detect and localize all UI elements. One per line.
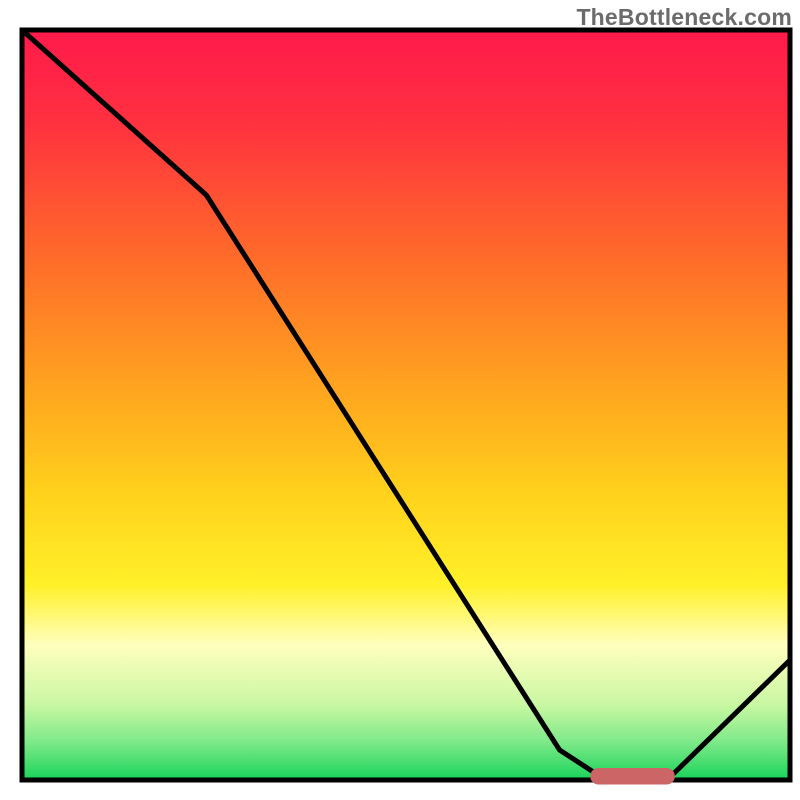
plot-area	[22, 30, 790, 785]
gradient-background	[22, 30, 790, 780]
chart-svg	[0, 0, 800, 800]
optimal-range-marker	[590, 768, 674, 785]
watermark-label: TheBottleneck.com	[576, 4, 792, 31]
chart-canvas: TheBottleneck.com	[0, 0, 800, 800]
